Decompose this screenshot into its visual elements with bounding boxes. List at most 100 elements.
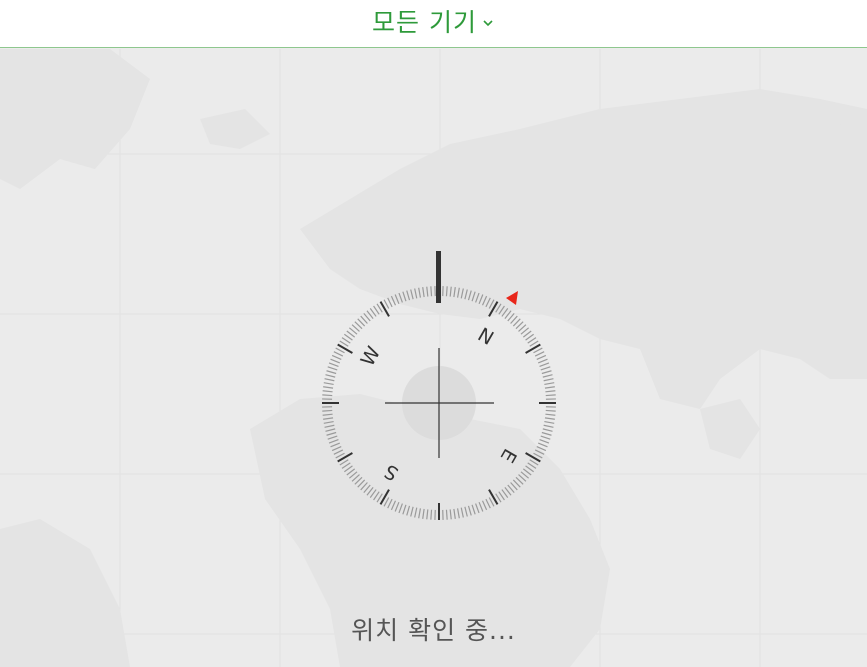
compass-tick (471, 291, 476, 302)
compass-tick (398, 292, 403, 303)
compass-tick (534, 449, 545, 455)
compass-tick (456, 508, 460, 519)
all-devices-label: 모든 기기 (372, 7, 477, 37)
compass-tick (445, 509, 448, 520)
compass-tick (544, 417, 555, 420)
compass-tick (445, 286, 448, 297)
compass-tick (488, 301, 499, 317)
compass-tick (426, 509, 429, 520)
locating-status: 위치 확인 중... (351, 616, 516, 645)
compass-tick (471, 504, 476, 515)
compass-tick (542, 428, 553, 432)
compass-tick (341, 462, 351, 469)
compass-tick (478, 294, 484, 305)
compass-tick (322, 409, 333, 412)
compass-tick (539, 362, 550, 367)
compass-tick (328, 362, 339, 367)
compass-tick (527, 462, 537, 469)
compass-tick (325, 428, 336, 432)
compass-tick (324, 378, 335, 382)
compass-tick (543, 378, 554, 382)
compass-label-north: N (474, 324, 497, 350)
compass-tick (544, 386, 555, 389)
crosshair-icon (385, 348, 494, 458)
compass-tick (467, 505, 472, 516)
compass-tick (387, 297, 393, 308)
compass-tick (379, 301, 390, 317)
compass-tick (410, 506, 414, 517)
compass-tick (373, 491, 380, 501)
compass-tick (498, 305, 505, 315)
compass-tick (322, 413, 333, 416)
compass-tick (478, 501, 484, 512)
compass-label-west: W (357, 343, 386, 370)
compass-tick (460, 507, 464, 518)
compass-tick (453, 287, 456, 298)
compass-label-south: S (381, 460, 402, 485)
compass-tick (333, 449, 344, 455)
compass-tick (542, 374, 553, 378)
compass-tick (475, 292, 480, 303)
compass-tick (464, 289, 468, 300)
compass-tick (460, 288, 464, 299)
compass-tick (527, 337, 537, 344)
compass-tick (488, 489, 499, 505)
compass-tick (537, 442, 548, 448)
compass-tick (537, 358, 548, 364)
compass-tick (544, 420, 555, 424)
compass-tick (464, 506, 468, 517)
compass-tick (325, 374, 336, 378)
compass-tick (406, 505, 411, 516)
compass-tick (545, 390, 556, 393)
compass-tick (536, 445, 547, 452)
compass-tick (390, 500, 397, 511)
compass-tick (327, 366, 338, 371)
compass-tick (539, 439, 550, 444)
compass-tick (545, 413, 556, 416)
chevron-down-icon (483, 19, 493, 26)
compass-tick (536, 354, 547, 361)
compass-tick (426, 286, 429, 297)
compass-tick (453, 508, 456, 519)
compass-tick (337, 452, 353, 463)
compass-tick (390, 295, 397, 306)
compass-tick (330, 442, 341, 448)
compass-tick (422, 287, 425, 298)
all-devices-dropdown[interactable]: 모든 기기 (372, 3, 495, 39)
compass-tick (540, 366, 551, 371)
compass-tick (327, 435, 338, 440)
compass-tick (541, 370, 552, 375)
compass: N E S W (322, 251, 556, 520)
compass-tick (410, 289, 414, 300)
compass-tick (331, 354, 342, 361)
compass-tick (323, 382, 334, 386)
compass-tick (540, 435, 551, 440)
compass-tick (545, 394, 556, 397)
world-map[interactable]: N E S W 위치 확인 중... (0, 49, 867, 667)
compass-tick (430, 509, 433, 520)
compass-tick (331, 445, 342, 452)
compass-tick (373, 305, 380, 315)
compass-tick (449, 509, 452, 520)
compass-tick (333, 351, 344, 357)
compass-tick (456, 287, 460, 298)
compass-tick (498, 491, 505, 501)
compass-tick (525, 452, 541, 463)
compass-tick (322, 390, 333, 393)
compass-tick (324, 424, 335, 428)
compass-tick (485, 297, 491, 308)
compass-tick (481, 500, 488, 511)
compass-tick (323, 386, 334, 389)
compass-tick (449, 286, 452, 297)
compass-tick (379, 489, 390, 505)
compass-tick (337, 343, 353, 354)
compass-tick (430, 286, 433, 297)
compass-tick (545, 409, 556, 412)
compass-tick (394, 294, 400, 305)
compass-tick (394, 501, 400, 512)
compass-tick (406, 290, 411, 301)
compass-tick (541, 431, 552, 436)
compass-tick (481, 295, 488, 306)
compass-tick (534, 351, 545, 357)
compass-tick (543, 424, 554, 428)
